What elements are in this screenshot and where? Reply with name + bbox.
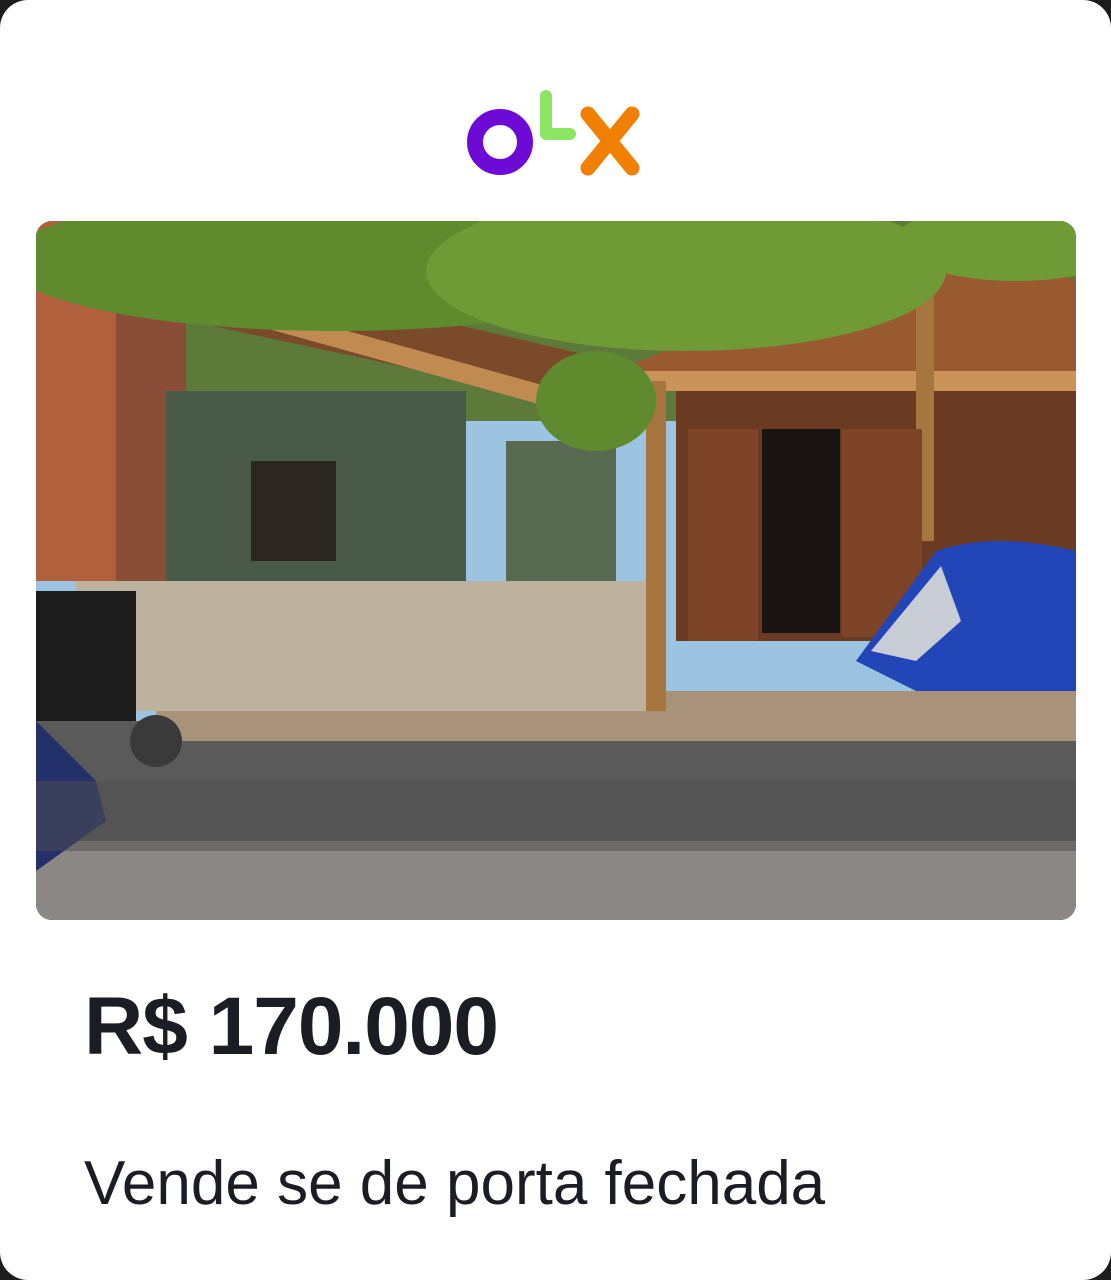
listing-photo[interactable] [36,221,1076,920]
listing-price: R$ 170.000 [84,981,499,1072]
listing-title[interactable]: Vende se de porta fechada [84,1148,825,1219]
olx-logo [466,82,646,182]
house-photo [36,221,1076,920]
olx-logo-icon [467,90,640,176]
listing-card[interactable]: R$ 170.000 Vende se de porta fechada [0,0,1111,1280]
